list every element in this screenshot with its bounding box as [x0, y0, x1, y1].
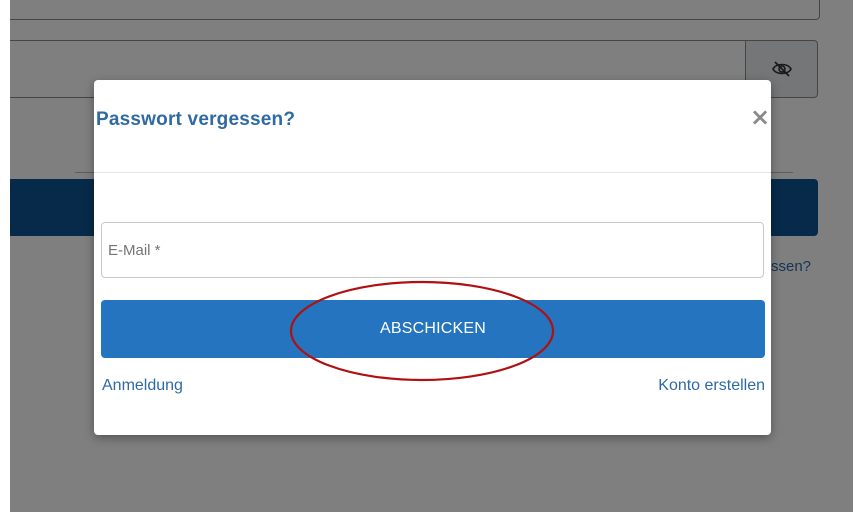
email-field[interactable]	[101, 222, 764, 278]
dialog-header-divider	[94, 172, 771, 173]
register-link[interactable]: Konto erstellen	[658, 377, 765, 395]
submit-button[interactable]: ABSCHICKEN	[101, 300, 765, 358]
login-link[interactable]: Anmeldung	[102, 377, 183, 395]
page-edge	[0, 0, 10, 512]
close-button[interactable]: ×	[747, 104, 773, 130]
dialog-title: Passwort vergessen?	[96, 109, 296, 130]
